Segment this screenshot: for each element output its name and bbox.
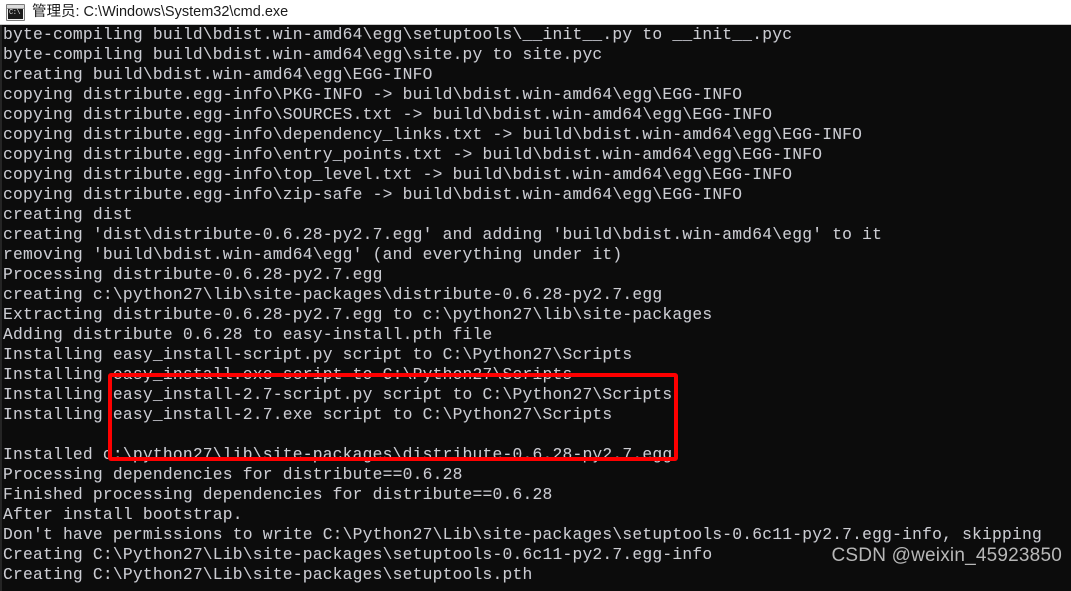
- console-line: copying distribute.egg-info\PKG-INFO -> …: [3, 85, 743, 104]
- console-line: copying distribute.egg-info\SOURCES.txt …: [3, 105, 773, 124]
- console-line: Adding distribute 0.6.28 to easy-install…: [3, 325, 493, 344]
- console-line: Finished processing dependencies for dis…: [3, 485, 553, 504]
- console-line: copying distribute.egg-info\entry_points…: [3, 145, 823, 164]
- console-line: creating dist: [3, 205, 133, 224]
- console-line: Installing easy_install-script.py script…: [3, 345, 633, 364]
- console-line: copying distribute.egg-info\top_level.tx…: [3, 165, 793, 184]
- console-left-edge-highlight: [0, 25, 2, 591]
- cmd-window-icon: C:\: [6, 3, 25, 21]
- console-line: Installing easy_install-2.7-script.py sc…: [3, 385, 673, 404]
- console-line: Extracting distribute-0.6.28-py2.7.egg t…: [3, 305, 713, 324]
- console-line: Processing dependencies for distribute==…: [3, 465, 463, 484]
- console-line: creating build\bdist.win-amd64\egg\EGG-I…: [3, 65, 433, 84]
- console-line: copying distribute.egg-info\dependency_l…: [3, 125, 863, 144]
- console-line: Installing easy_install.exe script to C:…: [3, 365, 573, 384]
- console-line: byte-compiling build\bdist.win-amd64\egg…: [3, 45, 603, 64]
- console-line: Don't have permissions to write C:\Pytho…: [3, 525, 1042, 544]
- console-line-list: byte-compiling build\bdist.win-amd64\egg…: [3, 25, 1069, 585]
- console-line: creating c:\python27\lib\site-packages\d…: [3, 285, 663, 304]
- console-line: Installed c:\python27\lib\site-packages\…: [3, 445, 673, 464]
- cmd-icon-prompt-text: C:\: [8, 8, 23, 19]
- window-titlebar[interactable]: C:\ 管理员: C:\Windows\System32\cmd.exe: [0, 0, 1071, 25]
- console-line: removing 'build\bdist.win-amd64\egg' (an…: [3, 245, 623, 264]
- window-title: 管理员: C:\Windows\System32\cmd.exe: [32, 3, 289, 20]
- console-line: Processing distribute-0.6.28-py2.7.egg: [3, 265, 383, 284]
- console-line: byte-compiling build\bdist.win-amd64\egg…: [3, 25, 793, 44]
- console-line: After install bootstrap.: [3, 505, 243, 524]
- console-line: Creating C:\Python27\Lib\site-packages\s…: [3, 565, 533, 584]
- cmd-console-window: C:\ 管理员: C:\Windows\System32\cmd.exe byt…: [0, 0, 1071, 591]
- console-line: creating 'dist\distribute-0.6.28-py2.7.e…: [3, 225, 883, 244]
- csdn-watermark: CSDN @weixin_45923850: [831, 545, 1062, 566]
- console-output-area[interactable]: byte-compiling build\bdist.win-amd64\egg…: [0, 25, 1071, 591]
- console-line: Installing easy_install-2.7.exe script t…: [3, 405, 613, 424]
- console-line: copying distribute.egg-info\zip-safe -> …: [3, 185, 743, 204]
